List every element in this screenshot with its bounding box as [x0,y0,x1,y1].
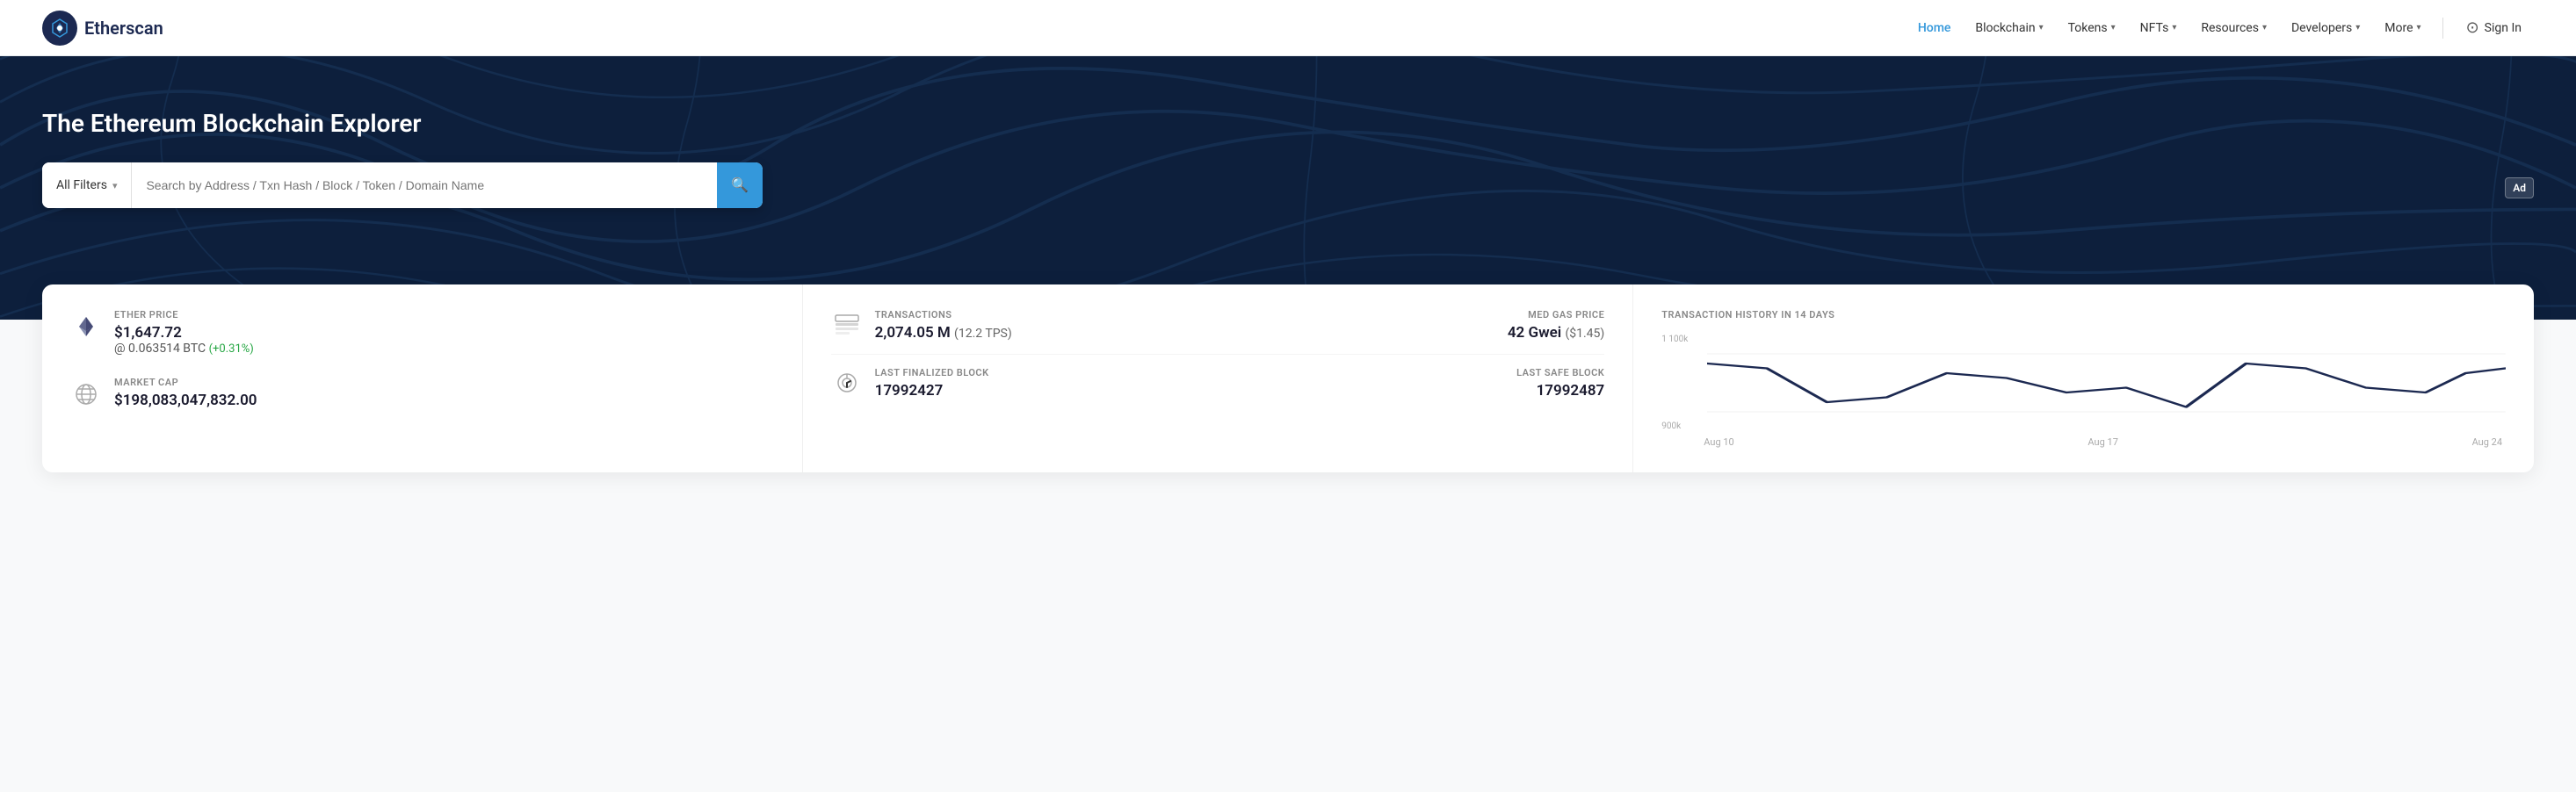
chevron-down-icon: ▾ [2355,23,2360,32]
last-safe-value: 17992487 [1516,382,1604,400]
chart-svg [1707,335,2506,431]
last-block-value: 17992427 [875,382,989,400]
last-safe-right: LAST SAFE BLOCK 17992487 [1516,367,1604,400]
chevron-down-icon: ▾ [2172,23,2176,32]
nav-more[interactable]: More ▾ [2374,14,2431,42]
brand-name: Etherscan [84,18,163,39]
nav-home[interactable]: Home [1907,14,1962,42]
brand[interactable]: Etherscan [42,11,163,46]
market-cap-content: MARKET CAP $198,083,047,832.00 [114,377,774,409]
blocks-main: LAST FINALIZED BLOCK 17992427 LAST SAFE … [875,367,1605,400]
signin-label: Sign In [2485,21,2522,35]
blocks-row: LAST FINALIZED BLOCK 17992427 LAST SAFE … [831,355,1605,400]
transactions-left: TRANSACTIONS 2,074.05 M (12.2 TPS) [875,309,1012,342]
navbar: Etherscan Home Blockchain ▾ Tokens ▾ NFT… [0,0,2576,56]
stats-section: ETHER PRICE $1,647.72 @ 0.063514 BTC (+0… [0,284,2576,472]
chevron-down-icon: ▾ [2417,23,2421,32]
transactions-row: TRANSACTIONS 2,074.05 M (12.2 TPS) MED G… [831,309,1605,355]
ether-price-value: $1,647.72 [114,324,774,342]
nav-divider [2442,18,2443,39]
block-icon [831,367,863,399]
chevron-down-icon: ▾ [2111,23,2116,32]
nav-resources[interactable]: Resources ▾ [2190,14,2277,42]
nav-resources-label: Resources [2201,21,2259,35]
market-cap-icon [70,378,102,410]
filter-chevron-icon: ▾ [112,180,118,191]
chart-title: TRANSACTION HISTORY IN 14 DAYS [1661,309,2506,320]
transactions-icon [831,309,863,341]
chart-container: 1 100k 900k Aug 10 Aug 17 Aug [1661,335,2506,448]
nav-tokens[interactable]: Tokens ▾ [2058,14,2126,42]
ether-price-label: ETHER PRICE [114,309,774,320]
user-icon: ⊙ [2466,18,2479,37]
hero-section: The Ethereum Blockchain Explorer All Fil… [0,56,2576,320]
stats-left: ETHER PRICE $1,647.72 @ 0.063514 BTC (+0… [42,284,803,472]
transactions-value: 2,074.05 M (12.2 TPS) [875,324,1012,342]
hero-content: The Ethereum Blockchain Explorer All Fil… [42,109,2534,208]
search-bar: All Filters ▾ 🔍 [42,162,763,208]
brand-logo-icon [42,11,77,46]
nav-developers[interactable]: Developers ▾ [2281,14,2370,42]
search-filter-label: All Filters [56,178,107,192]
nav-blockchain[interactable]: Blockchain ▾ [1965,14,2053,42]
nav-tokens-label: Tokens [2068,21,2108,35]
market-cap-value: $198,083,047,832.00 [114,392,774,409]
search-icon: 🔍 [731,176,749,194]
stats-card: ETHER PRICE $1,647.72 @ 0.063514 BTC (+0… [42,284,2534,472]
gas-right: MED GAS PRICE 42 Gwei ($1.45) [1508,309,1604,342]
gas-value: 42 Gwei ($1.45) [1508,324,1604,342]
nav-more-label: More [2384,21,2413,35]
market-cap-label: MARKET CAP [114,377,774,388]
ad-badge: Ad [2505,177,2534,198]
ether-price-detail: @ 0.063514 BTC (+0.31%) [114,342,774,356]
nav-developers-label: Developers [2291,21,2352,35]
nav-home-label: Home [1918,21,1951,35]
search-input[interactable] [132,162,717,208]
chart-y-labels: 1 100k 900k [1661,335,1697,431]
transactions-main: TRANSACTIONS 2,074.05 M (12.2 TPS) MED G… [875,309,1605,342]
nav-nfts[interactable]: NFTs ▾ [2130,14,2188,42]
ether-price-content: ETHER PRICE $1,647.72 @ 0.063514 BTC (+0… [114,309,774,356]
eth-icon [70,311,102,342]
hero-title: The Ethereum Blockchain Explorer [42,109,2534,138]
stats-middle: TRANSACTIONS 2,074.05 M (12.2 TPS) MED G… [803,284,1634,472]
chart-x-labels: Aug 10 Aug 17 Aug 24 [1661,436,2506,448]
chevron-down-icon: ▾ [2039,23,2044,32]
ether-price-row: ETHER PRICE $1,647.72 @ 0.063514 BTC (+0… [70,309,774,356]
navbar-links: Home Blockchain ▾ Tokens ▾ NFTs ▾ Resour… [1907,11,2534,44]
last-block-left: LAST FINALIZED BLOCK 17992427 [875,367,989,400]
signin-button[interactable]: ⊙ Sign In [2454,11,2534,44]
chart-area: TRANSACTION HISTORY IN 14 DAYS 1 100k 90… [1633,284,2534,472]
search-button[interactable]: 🔍 [717,162,763,208]
nav-blockchain-label: Blockchain [1975,21,2035,35]
chevron-down-icon: ▾ [2262,23,2267,32]
nav-nfts-label: NFTs [2140,21,2169,35]
market-cap-row: MARKET CAP $198,083,047,832.00 [70,377,774,410]
search-filter-dropdown[interactable]: All Filters ▾ [42,162,132,208]
